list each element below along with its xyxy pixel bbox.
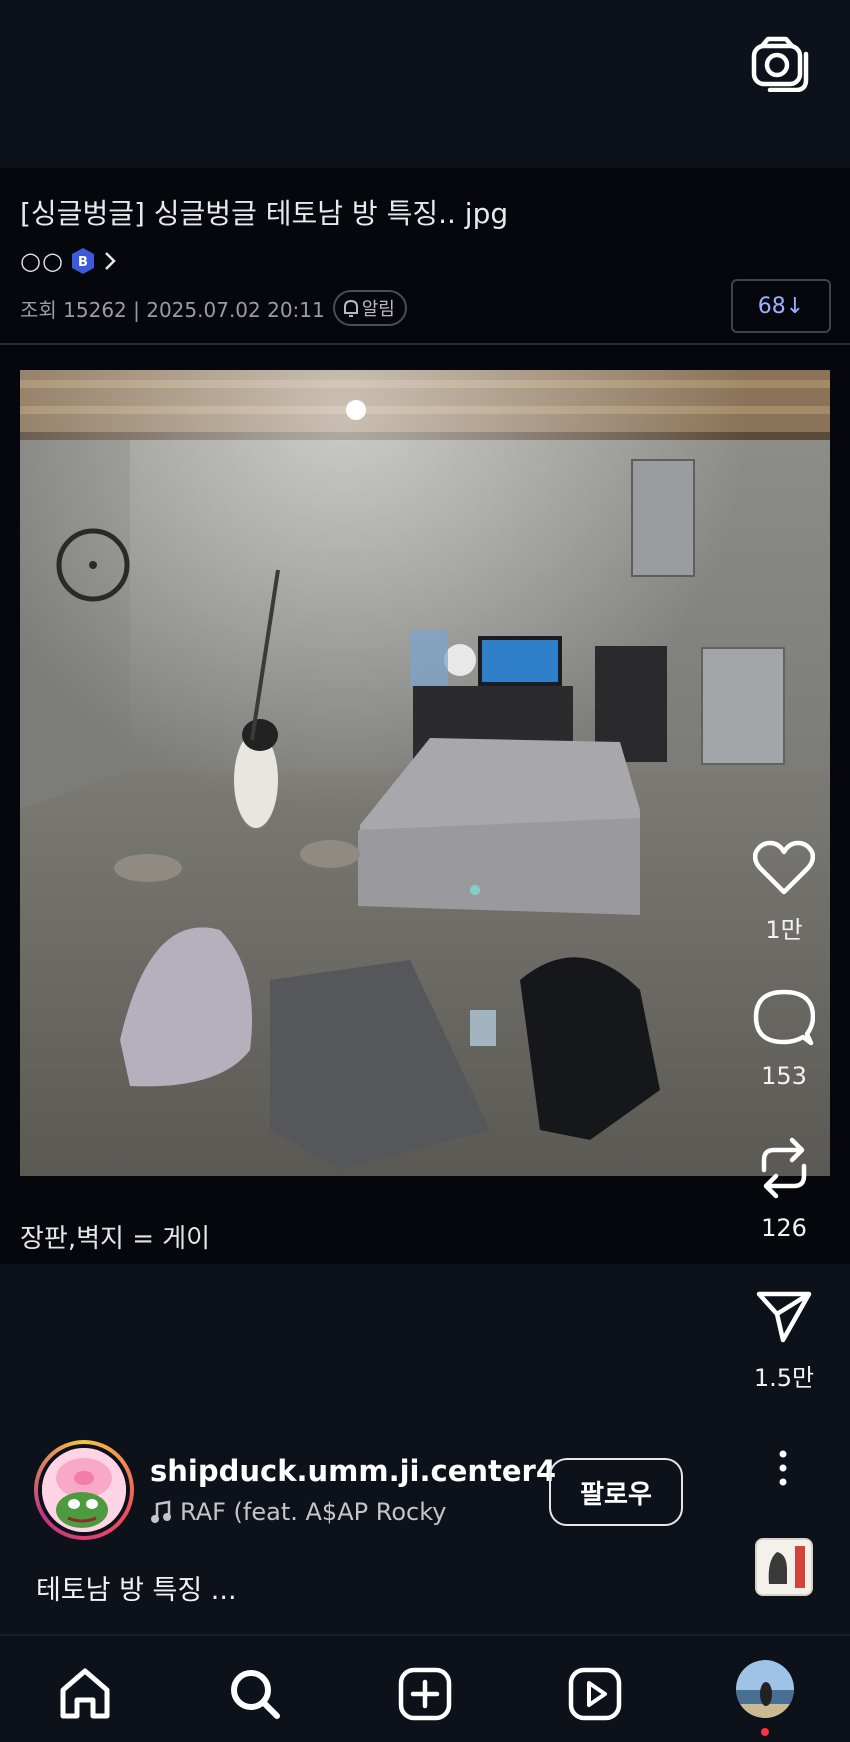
username[interactable]: shipduck.umm.ji.center4 (150, 1454, 556, 1488)
comment-count: 153 (761, 1062, 807, 1090)
author-name: ○○ (20, 247, 64, 275)
send-icon (756, 1291, 812, 1343)
more-icon (779, 1450, 787, 1486)
post-caption: 장판,벽지 = 게이 (20, 1224, 211, 1254)
notification-dot (761, 1728, 769, 1736)
post-photo[interactable] (20, 370, 830, 1176)
music-row[interactable]: RAF (feat. A$AP Rocky (150, 1498, 446, 1526)
avatar[interactable] (34, 1440, 134, 1540)
pig-frog-avatar-icon (42, 1448, 126, 1532)
post-title: [싱글벙글] 싱글벙글 테토남 방 특징.. jpg (20, 197, 509, 230)
comment-jump-button[interactable]: 68↓ (731, 279, 831, 333)
heart-icon (753, 840, 815, 895)
repost-icon (761, 1137, 807, 1199)
music-title: RAF (feat. A$AP Rocky (180, 1498, 447, 1526)
alarm-button[interactable]: 알림 (332, 290, 407, 326)
follow-button[interactable]: 팔로우 (549, 1458, 683, 1526)
audio-thumbnail[interactable] (755, 1538, 813, 1596)
nav-reels[interactable] (567, 1666, 623, 1722)
bottom-nav (0, 1634, 850, 1742)
top-bar (0, 0, 850, 168)
basement-room-image (20, 370, 830, 1176)
author-row[interactable]: ○○ B (20, 246, 118, 276)
share-count: 1.5만 (753, 1364, 815, 1392)
search-icon (231, 1670, 280, 1719)
more-button[interactable] (768, 1448, 798, 1488)
repost-action[interactable]: 126 (734, 1136, 834, 1242)
alarm-label: 알림 (361, 299, 395, 320)
comment-action[interactable]: 153 (734, 988, 834, 1090)
author-badge-icon: B (71, 248, 94, 274)
bell-icon (343, 299, 358, 317)
divider (0, 343, 850, 345)
nav-profile[interactable] (736, 1660, 794, 1718)
nav-create[interactable] (397, 1666, 453, 1722)
nav-home[interactable] (57, 1666, 113, 1722)
profile-avatar-icon (736, 1660, 794, 1718)
home-icon (60, 1668, 110, 1719)
album-art-icon (757, 1540, 811, 1594)
comment-icon (753, 989, 815, 1046)
add-icon (398, 1667, 452, 1721)
camera-button[interactable] (748, 36, 812, 93)
reel-caption[interactable]: 테토남 방 특징 ... (36, 1568, 237, 1607)
share-action[interactable]: 1.5만 (734, 1290, 834, 1393)
svg-text:B: B (78, 255, 88, 270)
nav-search[interactable] (227, 1666, 283, 1722)
reels-icon (568, 1667, 622, 1721)
post-meta: 조회 15262 | 2025.07.02 20:11 알림 (20, 290, 407, 326)
camera-icon (751, 36, 809, 93)
view-count-date: 조회 15262 | 2025.07.02 20:11 (20, 297, 325, 322)
like-action[interactable]: 1만 (734, 840, 834, 945)
repost-count: 126 (761, 1214, 807, 1242)
music-note-icon (151, 1500, 171, 1523)
like-count: 1만 (765, 916, 803, 944)
post-card: [싱글벙글] 싱글벙글 테토남 방 특징.. jpg ○○ B 조회 15262… (0, 168, 850, 1264)
chevron-right-icon (105, 252, 116, 270)
